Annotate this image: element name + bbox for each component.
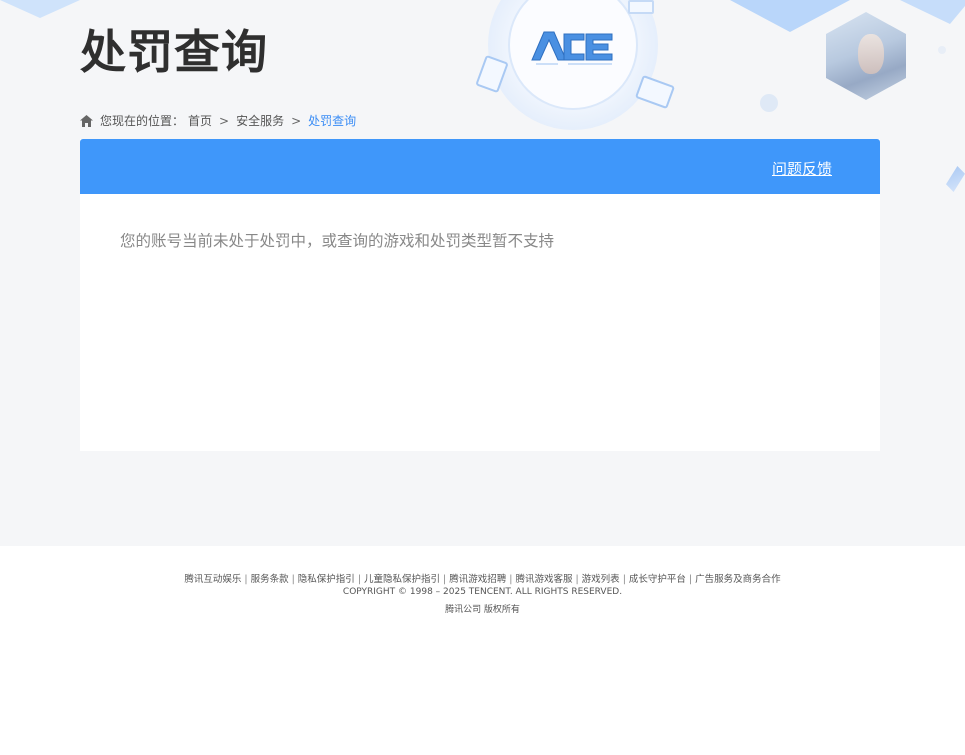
footer-link-careers[interactable]: 腾讯游戏招聘 (449, 574, 506, 585)
breadcrumb-separator: > (219, 113, 230, 128)
footer-link-terms[interactable]: 服务条款 (251, 574, 289, 585)
breadcrumb-home-link[interactable]: 首页 (188, 112, 212, 129)
footer-links: 腾讯互动娱乐 | 服务条款 | 隐私保护指引 | 儿童隐私保护指引 | 腾讯游戏招聘 | 腾讯游戏客… (0, 571, 965, 585)
home-icon (80, 114, 93, 127)
footer-separator: | (575, 574, 579, 585)
breadcrumb-prefix: 您现在的位置： (100, 114, 185, 128)
decor-card (628, 0, 654, 14)
footer-separator: | (688, 574, 693, 585)
footer-link-child-privacy[interactable]: 儿童隐私保护指引 (364, 574, 440, 585)
rights-text: 腾讯公司 版权所有 (445, 605, 520, 615)
footer-link-tencent-games[interactable]: 腾讯互动娱乐 (184, 574, 241, 585)
result-panel: 问题反馈 您的账号当前未处于处罚中，或查询的游戏和处罚类型暂不支持 (80, 139, 880, 451)
footer-link-privacy[interactable]: 隐私保护指引 (298, 574, 355, 585)
breadcrumb: 您现在的位置： 首页 > 安全服务 > 处罚查询 (80, 112, 356, 129)
footer-link-ads[interactable]: 广告服务及商务合作 (695, 574, 781, 585)
page-title: 处罚查询 (80, 25, 268, 79)
decor-dot (938, 46, 946, 54)
header-banner: 处罚查询 您现在的位置： 首页 > 安全服务 > 处罚查询 问题反馈 您的账号当… (0, 0, 965, 546)
breadcrumb-separator: > (291, 113, 302, 128)
footer-separator: | (443, 574, 447, 585)
result-message: 您的账号当前未处于处罚中，或查询的游戏和处罚类型暂不支持 (120, 232, 555, 250)
footer: 腾讯互动娱乐 | 服务条款 | 隐私保护指引 | 儿童隐私保护指引 | 腾讯游戏招聘 | 腾讯游戏客… (0, 546, 965, 755)
decor-triangle (900, 0, 965, 24)
breadcrumb-current: 处罚查询 (308, 114, 357, 128)
footer-link-support[interactable]: 腾讯游戏客服 (515, 574, 572, 585)
footer-link-game-list[interactable]: 游戏列表 (582, 574, 620, 585)
footer-separator: | (509, 574, 513, 585)
decor-shard (946, 166, 965, 192)
character-face (858, 34, 884, 74)
decor-dot (760, 94, 778, 112)
ace-logo (528, 20, 618, 72)
decor-card (634, 74, 676, 110)
footer-separator: | (357, 574, 362, 585)
panel-header: 问题反馈 (80, 139, 880, 194)
footer-separator: | (622, 574, 626, 585)
breadcrumb-security-link[interactable]: 安全服务 (236, 112, 284, 129)
copyright-text: COPYRIGHT © 1998 – 2025 TENCENT. ALL RIG… (342, 587, 623, 597)
footer-separator: | (291, 574, 295, 585)
footer-link-guardian[interactable]: 成长守护平台 (629, 574, 686, 585)
feedback-link[interactable]: 问题反馈 (772, 158, 832, 179)
decor-triangle (0, 0, 80, 18)
footer-separator: | (244, 574, 248, 585)
decor-triangle (730, 0, 850, 32)
